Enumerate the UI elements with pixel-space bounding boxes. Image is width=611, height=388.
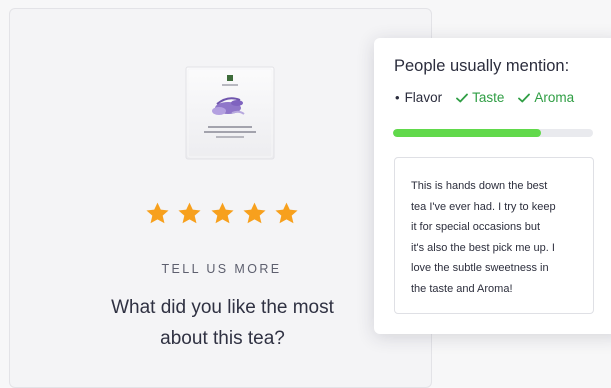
- check-icon: [518, 93, 531, 102]
- star-icon-5[interactable]: [273, 200, 300, 227]
- tea-package-image: [184, 65, 276, 163]
- star-icon-3[interactable]: [209, 200, 236, 227]
- mention-list: • Flavor Taste Aroma: [395, 90, 588, 105]
- mention-taste[interactable]: Taste: [456, 90, 504, 105]
- insights-title: People usually mention:: [394, 57, 570, 75]
- star-icon-1[interactable]: [144, 200, 171, 227]
- check-icon: [456, 93, 468, 102]
- mention-label: Flavor: [404, 90, 443, 105]
- tell-us-more-heading: TELL US MORE: [161, 262, 282, 276]
- mention-progress-bar: [393, 129, 593, 137]
- product-card: TELL US MORE What did you like the most …: [9, 8, 432, 388]
- bullet-icon: •: [395, 90, 400, 105]
- mention-aroma[interactable]: Aroma: [518, 90, 574, 105]
- star-rating[interactable]: [144, 200, 300, 234]
- feedback-question: What did you like the most about this te…: [111, 297, 334, 349]
- insights-panel: People usually mention: • Flavor Taste A…: [374, 38, 611, 334]
- review-text: This is hands down the best tea I've eve…: [411, 180, 556, 295]
- star-icon-2[interactable]: [176, 200, 203, 227]
- mention-label: Taste: [472, 90, 505, 105]
- star-icon-4[interactable]: [241, 200, 268, 227]
- progress-fill: [393, 129, 541, 137]
- mention-flavor[interactable]: • Flavor: [395, 90, 442, 105]
- review-text-box[interactable]: This is hands down the best tea I've eve…: [394, 157, 594, 314]
- mention-label: Aroma: [534, 90, 575, 105]
